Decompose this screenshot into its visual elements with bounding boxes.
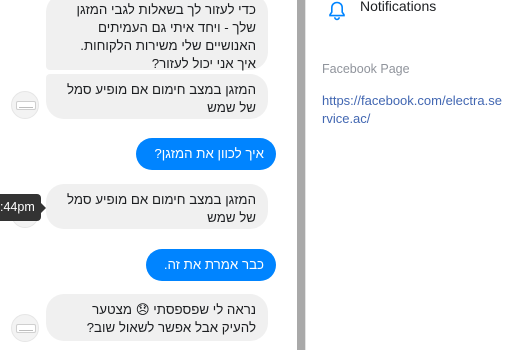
- notifications-row[interactable]: [328, 0, 346, 22]
- message-text: המזגן במצב חימום אם מופיע סמל של שמש: [66, 192, 256, 225]
- timestamp-tooltip: :44pm: [0, 194, 46, 221]
- bell-icon: [329, 1, 345, 21]
- message-text: כדי לעזור לך בשאלות לגבי המזגן שלך - ויח…: [76, 2, 256, 71]
- bot-message: המזגן במצב חימום אם מופיע סמל של שמש: [46, 74, 268, 119]
- chat-scrollbar[interactable]: [297, 0, 305, 350]
- bot-message: כדי לעזור לך בשאלות לגבי המזגן שלך - ויח…: [46, 0, 268, 71]
- message-text: המזגן במצב חימום אם מופיע סמל של שמש: [66, 82, 256, 115]
- message-text: כבר אמרת את זה.: [163, 257, 264, 272]
- bot-message: נראה לי שפספסתי 😞 מצטער להעיק אבל אפשר ל…: [46, 294, 268, 341]
- conversation-pane: כדי לעזור לך בשאלות לגבי המזגן שלך - ויח…: [0, 0, 297, 350]
- user-message: איך לכוון את המזגן?: [136, 138, 276, 170]
- bot-avatar[interactable]: [11, 91, 39, 119]
- message-text: איך לכוון את המזגן?: [154, 146, 264, 161]
- bot-message: המזגן במצב חימום אם מופיע סמל של שמש: [46, 184, 268, 229]
- bot-avatar[interactable]: [11, 314, 39, 342]
- facebook-page-label: Facebook Page: [322, 62, 410, 76]
- notifications-label[interactable]: Notifications: [360, 0, 436, 14]
- message-text: נראה לי שפספסתי: [149, 302, 256, 317]
- info-sidebar: Notifications Facebook Page https://face…: [306, 0, 507, 350]
- timestamp-text: :44pm: [0, 200, 35, 214]
- sad-face-emoji-icon: 😞: [135, 302, 150, 317]
- user-message: כבר אמרת את זה.: [146, 249, 276, 281]
- facebook-page-link[interactable]: https://facebook.com/electra.service.ac/: [322, 92, 502, 128]
